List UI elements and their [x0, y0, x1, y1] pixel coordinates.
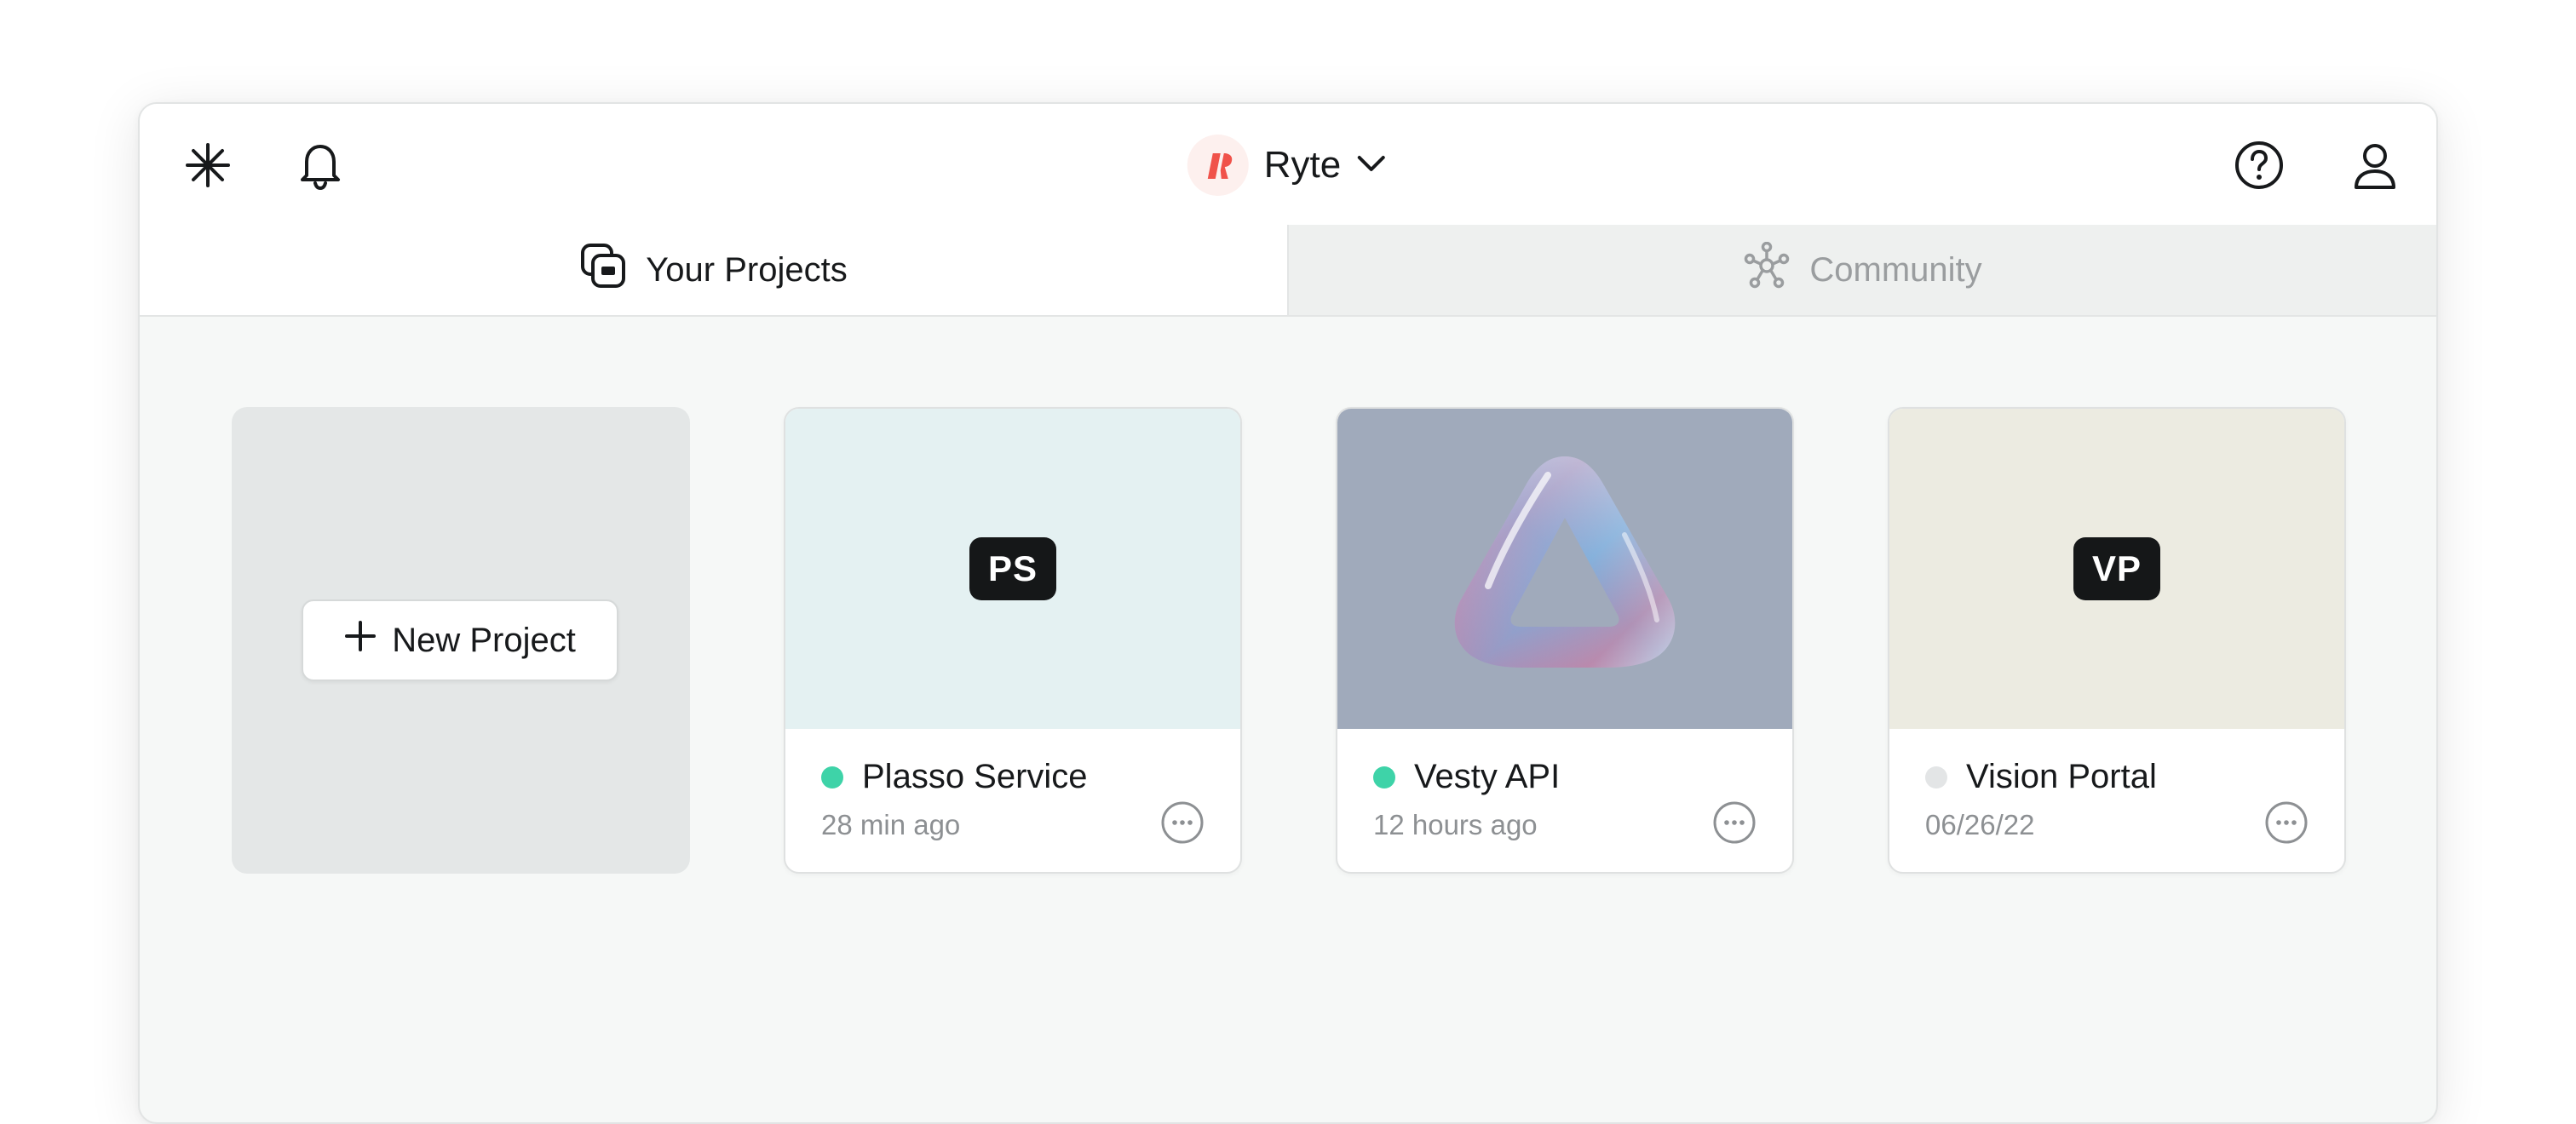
project-info: Vision Portal 06/26/22: [1889, 729, 2344, 872]
projects-icon: [579, 242, 627, 298]
help-icon[interactable]: [2228, 135, 2290, 196]
project-name: Vision Portal: [1966, 758, 2157, 795]
user-icon[interactable]: [2344, 135, 2406, 196]
project-initials-badge: PS: [969, 537, 1057, 600]
status-dot: [1373, 766, 1395, 789]
status-dot: [821, 766, 843, 789]
project-updated-time: 12 hours ago: [1373, 809, 1538, 840]
chevron-down-icon: [1354, 146, 1389, 185]
project-card-vision-portal[interactable]: VP Vision Portal 06/26/22: [1888, 407, 2346, 874]
workspace-name: Ryte: [1263, 144, 1342, 186]
new-project-label: New Project: [392, 621, 576, 659]
tab-community[interactable]: Community: [1287, 225, 2436, 315]
tab-your-projects[interactable]: Your Projects: [140, 225, 1287, 315]
ryte-logo: [1187, 135, 1249, 196]
tab-label: Community: [1809, 250, 1982, 289]
project-thumbnail: PS: [785, 409, 1240, 729]
bell-icon[interactable]: [290, 135, 351, 196]
project-info: Plasso Service 28 min ago: [785, 729, 1240, 872]
status-dot: [1925, 766, 1947, 789]
more-options-icon[interactable]: [1160, 800, 1205, 845]
project-info: Vesty API 12 hours ago: [1337, 729, 1792, 872]
project-name: Vesty API: [1414, 758, 1561, 795]
project-updated-time: 06/26/22: [1925, 809, 2035, 840]
project-card-plasso-service[interactable]: PS Plasso Service 28 min ago: [784, 407, 1242, 874]
new-project-card: New Project: [232, 407, 690, 874]
more-options-icon[interactable]: [2264, 800, 2309, 845]
more-options-icon[interactable]: [1712, 800, 1757, 845]
new-project-button[interactable]: New Project: [302, 599, 618, 681]
project-thumbnail: VP: [1889, 409, 2344, 729]
app-window: Ryte Your Projects Community New Project…: [138, 102, 2438, 1124]
project-initials-badge: VP: [2073, 537, 2161, 600]
sparkle-icon[interactable]: [177, 135, 239, 196]
glass-triangle-image: [1454, 456, 1676, 668]
tab-label: Your Projects: [646, 250, 848, 289]
workspace-switcher[interactable]: Ryte: [1187, 135, 1389, 196]
project-name: Plasso Service: [862, 758, 1088, 795]
project-card-vesty-api[interactable]: Vesty API 12 hours ago: [1336, 407, 1794, 874]
project-thumbnail: [1337, 409, 1792, 729]
project-updated-time: 28 min ago: [821, 809, 961, 840]
plus-icon: [344, 620, 377, 661]
tab-bar: Your Projects Community: [140, 225, 2436, 317]
top-bar: Ryte: [140, 104, 2436, 227]
network-icon: [1743, 241, 1791, 298]
